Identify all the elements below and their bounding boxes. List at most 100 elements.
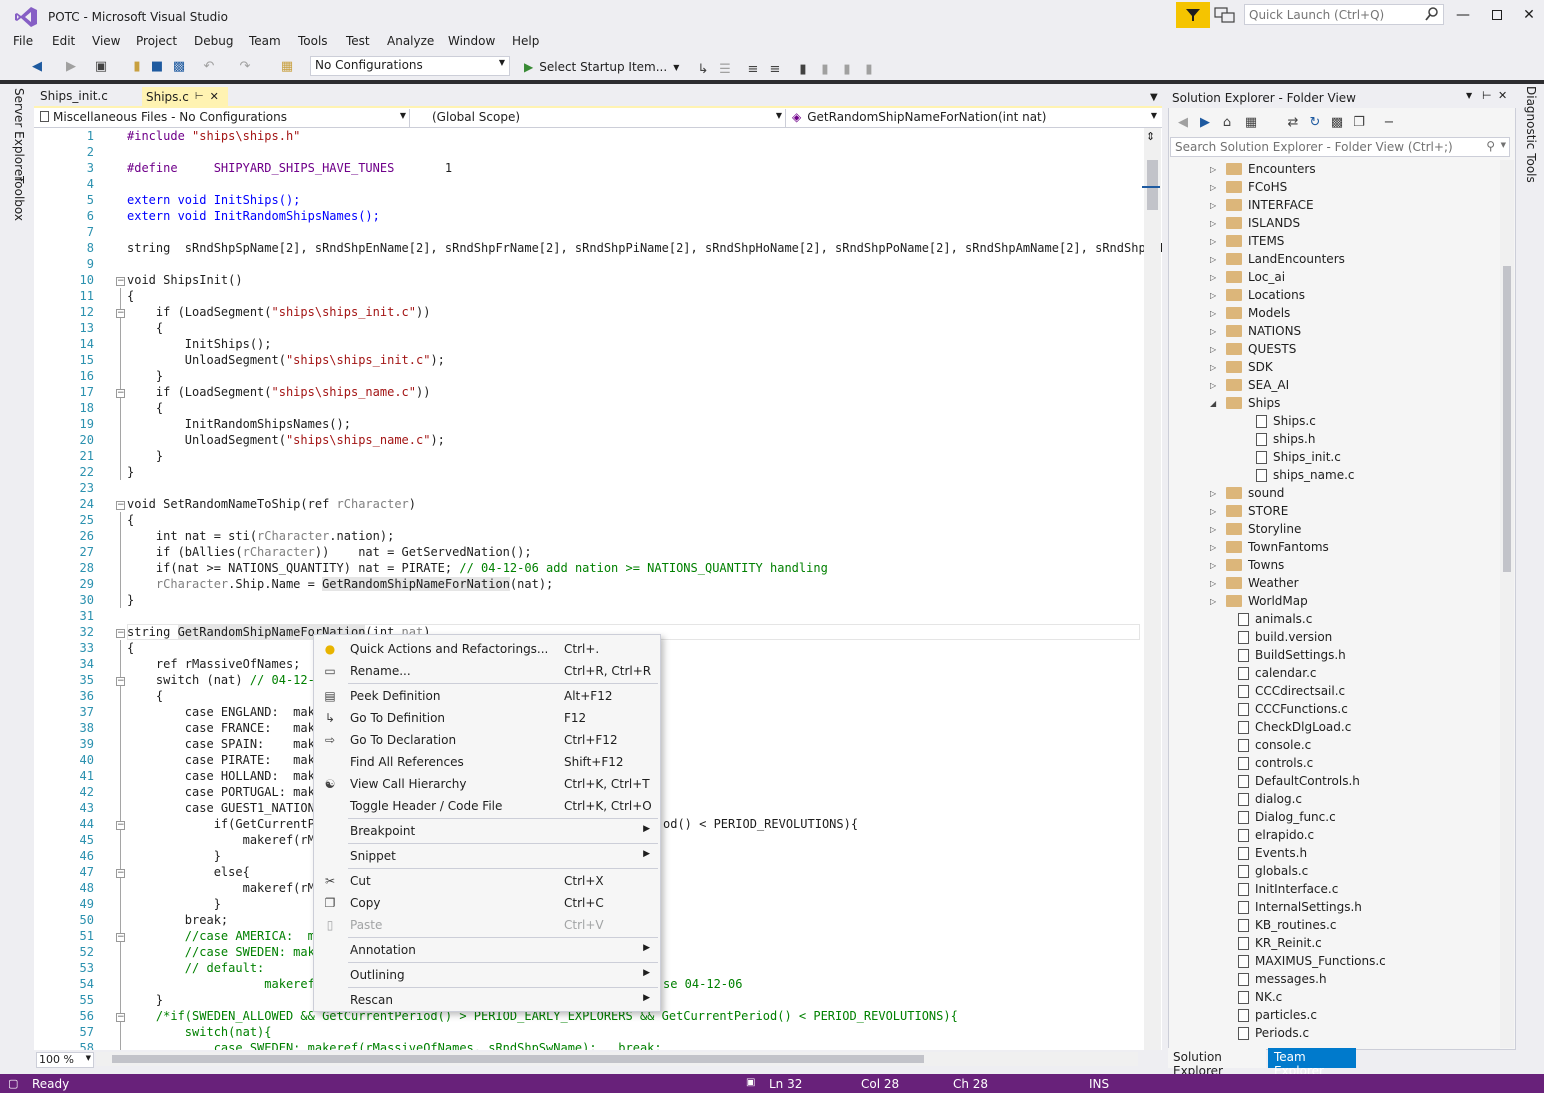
- tree-file[interactable]: NK.c: [1238, 988, 1282, 1006]
- expand-arrow-icon[interactable]: ▷: [1210, 291, 1220, 300]
- tab-solution-explorer[interactable]: Solution Explorer: [1168, 1048, 1266, 1078]
- status-insert-mode[interactable]: INS: [1089, 1077, 1109, 1091]
- expand-arrow-icon[interactable]: ▷: [1210, 525, 1220, 534]
- menu-find-all-references[interactable]: Find All References Shift+F12: [314, 751, 660, 773]
- tree-file[interactable]: InitInterface.c: [1238, 880, 1338, 898]
- start-button[interactable]: ▶ Select Startup Item... ▼: [524, 57, 679, 77]
- tree-folder[interactable]: ▷ NATIONS: [1210, 322, 1301, 340]
- tree-file[interactable]: elrapido.c: [1238, 826, 1314, 844]
- tree-file[interactable]: InternalSettings.h: [1238, 898, 1362, 916]
- expand-arrow-icon[interactable]: ▷: [1210, 165, 1220, 174]
- tree-file[interactable]: BuildSettings.h: [1238, 646, 1346, 664]
- save-icon[interactable]: ■: [148, 57, 166, 75]
- horizontal-scroll-thumb[interactable]: [112, 1055, 924, 1063]
- configuration-dropdown[interactable]: No Configurations ▼: [310, 56, 510, 76]
- status-char[interactable]: Ch 28: [953, 1077, 988, 1091]
- tree-folder[interactable]: ▷ Loc_ai: [1210, 268, 1285, 286]
- menu-help[interactable]: Help: [512, 34, 539, 48]
- collapse-icon[interactable]: −: [116, 389, 125, 398]
- expand-arrow-icon[interactable]: ▷: [1210, 543, 1220, 552]
- tree-file[interactable]: Dialog_func.c: [1238, 808, 1336, 826]
- menu-rename[interactable]: ▭ Rename... Ctrl+R, Ctrl+R: [314, 660, 660, 682]
- search-icon[interactable]: [1424, 6, 1440, 22]
- server-explorer-tab[interactable]: Server Explorer: [12, 88, 26, 181]
- tree-file[interactable]: KR_Reinit.c: [1238, 934, 1322, 952]
- tree-folder[interactable]: ▷ Models: [1210, 304, 1290, 322]
- project-dropdown[interactable]: Miscellaneous Files - No Configurations …: [36, 109, 410, 127]
- menu-quick-actions[interactable]: ● Quick Actions and Refactorings... Ctrl…: [314, 638, 660, 660]
- tree-file[interactable]: KB_routines.c: [1238, 916, 1336, 934]
- new-project-icon[interactable]: ▣: [92, 57, 110, 75]
- tree-folder[interactable]: ▷ Locations: [1210, 286, 1305, 304]
- tree-file[interactable]: build.version: [1238, 628, 1332, 646]
- tree-folder[interactable]: ▷ INTERFACE: [1210, 196, 1314, 214]
- tree-file[interactable]: DefaultControls.h: [1238, 772, 1360, 790]
- status-col[interactable]: Col 28: [861, 1077, 899, 1091]
- close-button[interactable]: ✕: [1514, 4, 1544, 26]
- collapse-arrow-icon[interactable]: ◢: [1210, 399, 1220, 408]
- home-icon[interactable]: ⌂: [1218, 113, 1236, 131]
- forward-icon[interactable]: ▶: [1196, 113, 1214, 131]
- expand-arrow-icon[interactable]: ▷: [1210, 183, 1220, 192]
- tree-file[interactable]: controls.c: [1238, 754, 1313, 772]
- menu-annotation[interactable]: Annotation ▶: [314, 939, 660, 961]
- menu-paste[interactable]: ▯ Paste Ctrl+V: [314, 914, 660, 936]
- next-bookmark-icon[interactable]: ▮: [838, 60, 856, 78]
- tree-file[interactable]: CCCdirectsail.c: [1238, 682, 1345, 700]
- member-dropdown[interactable]: ◈ GetRandomShipNameForNation(int nat) ▼: [788, 109, 1160, 127]
- quick-launch-input[interactable]: [1244, 4, 1444, 25]
- status-line[interactable]: Ln 32: [769, 1077, 802, 1091]
- expand-arrow-icon[interactable]: ▷: [1210, 597, 1220, 606]
- collapse-icon[interactable]: −: [116, 869, 125, 878]
- collapse-icon[interactable]: −: [116, 821, 125, 830]
- close-icon[interactable]: ✕: [1498, 89, 1507, 102]
- tree-file[interactable]: ships_name.c: [1256, 466, 1355, 484]
- tree-folder[interactable]: ▷ Storyline: [1210, 520, 1301, 538]
- tree-folder[interactable]: ◢ Ships: [1210, 394, 1280, 412]
- expand-arrow-icon[interactable]: ▷: [1210, 201, 1220, 210]
- open-folder-icon[interactable]: ▮: [128, 57, 146, 75]
- sync-icon[interactable]: ⇄: [1284, 113, 1302, 131]
- menu-test[interactable]: Test: [346, 34, 370, 48]
- menu-debug[interactable]: Debug: [194, 34, 233, 48]
- properties-icon[interactable]: −: [1380, 113, 1398, 131]
- tree-file[interactable]: particles.c: [1238, 1006, 1317, 1024]
- indent-icon[interactable]: ≡: [744, 60, 762, 78]
- clear-bookmarks-icon[interactable]: ▮: [860, 60, 878, 78]
- redo-icon[interactable]: ↷: [236, 57, 254, 75]
- menu-cut[interactable]: ✂ Cut Ctrl+X: [314, 870, 660, 892]
- expand-arrow-icon[interactable]: ▷: [1210, 219, 1220, 228]
- tree-folder[interactable]: ▷ QUESTS: [1210, 340, 1296, 358]
- diagnostic-tools-tab[interactable]: Diagnostic Tools: [1524, 86, 1538, 183]
- expand-arrow-icon[interactable]: ▷: [1210, 363, 1220, 372]
- bookmark-icon[interactable]: ▮: [794, 60, 812, 78]
- menu-team[interactable]: Team: [249, 34, 281, 48]
- chevron-down-icon[interactable]: ▼: [1466, 91, 1472, 100]
- maximize-button[interactable]: [1482, 4, 1512, 26]
- menu-rescan[interactable]: Rescan ▶: [314, 989, 660, 1011]
- pin-icon[interactable]: ⊢: [1482, 89, 1492, 102]
- tree-folder[interactable]: ▷ STORE: [1210, 502, 1288, 520]
- tree-folder[interactable]: ▷ SEA_AI: [1210, 376, 1289, 394]
- menu-toggle-header[interactable]: Toggle Header / Code File Ctrl+K, Ctrl+O: [314, 795, 660, 817]
- expand-arrow-icon[interactable]: ▷: [1210, 345, 1220, 354]
- scope-dropdown[interactable]: (Global Scope) ▼: [412, 109, 786, 127]
- refresh-icon[interactable]: ↻: [1306, 113, 1324, 131]
- menu-go-to-declaration[interactable]: ⇨ Go To Declaration Ctrl+F12: [314, 729, 660, 751]
- menu-edit[interactable]: Edit: [52, 34, 75, 48]
- tree-file[interactable]: CheckDlgLoad.c: [1238, 718, 1351, 736]
- tree-folder[interactable]: ▷ ITEMS: [1210, 232, 1284, 250]
- menu-tools[interactable]: Tools: [298, 34, 328, 48]
- menu-breakpoint[interactable]: Breakpoint ▶: [314, 820, 660, 842]
- tree-folder[interactable]: ▷ ISLANDS: [1210, 214, 1300, 232]
- prev-bookmark-icon[interactable]: ▮: [816, 60, 834, 78]
- editor-vertical-scrollbar[interactable]: [1144, 128, 1161, 1050]
- forward-icon[interactable]: ▶: [62, 57, 80, 75]
- menu-copy[interactable]: ❐ Copy Ctrl+C: [314, 892, 660, 914]
- outdent-icon[interactable]: ≡: [766, 60, 784, 78]
- expand-arrow-icon[interactable]: ▷: [1210, 381, 1220, 390]
- menu-file[interactable]: File: [13, 34, 33, 48]
- solution-explorer-search[interactable]: Search Solution Explorer - Folder View (…: [1170, 137, 1510, 157]
- tab-ships[interactable]: Ships.c ⊢ ✕: [142, 87, 228, 106]
- tree-folder[interactable]: ▷ LandEncounters: [1210, 250, 1345, 268]
